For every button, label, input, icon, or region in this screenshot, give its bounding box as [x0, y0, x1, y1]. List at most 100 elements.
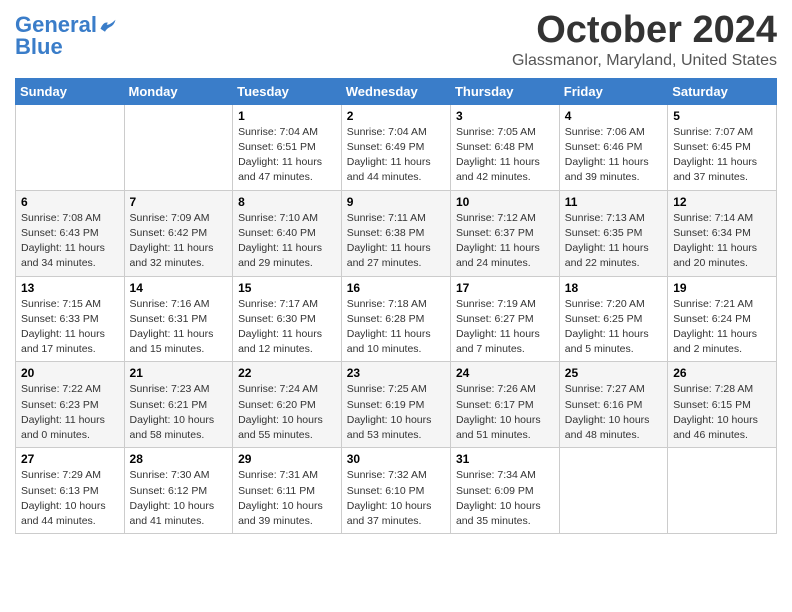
calendar-cell — [124, 104, 233, 190]
day-number: 7 — [130, 195, 228, 209]
day-info: Sunrise: 7:15 AM Sunset: 6:33 PM Dayligh… — [21, 297, 119, 358]
day-info: Sunrise: 7:13 AM Sunset: 6:35 PM Dayligh… — [565, 211, 662, 272]
day-number: 29 — [238, 452, 336, 466]
calendar-cell: 22 Sunrise: 7:24 AM Sunset: 6:20 PM Dayli… — [233, 362, 342, 448]
day-of-week-friday: Friday — [559, 78, 667, 104]
day-info: Sunrise: 7:07 AM Sunset: 6:45 PM Dayligh… — [673, 125, 771, 186]
calendar-cell: 9 Sunrise: 7:11 AM Sunset: 6:38 PM Daylig… — [341, 190, 450, 276]
calendar-cell: 23Sunrise: 7:25 AM Sunset: 6:19 PM Dayli… — [341, 362, 450, 448]
day-number: 20 — [21, 366, 119, 380]
day-info: Sunrise: 7:14 AM Sunset: 6:34 PM Dayligh… — [673, 211, 771, 272]
calendar-cell: 3Sunrise: 7:05 AM Sunset: 6:48 PM Daylig… — [450, 104, 559, 190]
calendar-cell — [559, 448, 667, 534]
day-number: 10 — [456, 195, 554, 209]
calendar-cell: 31 Sunrise: 7:34 AM Sunset: 6:09 PM Dayli… — [450, 448, 559, 534]
day-info: Sunrise: 7:17 AM Sunset: 6:30 PM Dayligh… — [238, 297, 336, 358]
day-info: Sunrise: 7:09 AM Sunset: 6:42 PM Dayligh… — [130, 211, 228, 272]
days-of-week-row: SundayMondayTuesdayWednesdayThursdayFrid… — [16, 78, 777, 104]
day-of-week-wednesday: Wednesday — [341, 78, 450, 104]
logo-bird-icon — [99, 18, 117, 32]
calendar-cell: 2 Sunrise: 7:04 AM Sunset: 6:49 PM Daylig… — [341, 104, 450, 190]
day-info: Sunrise: 7:12 AM Sunset: 6:37 PM Dayligh… — [456, 211, 554, 272]
day-info: Sunrise: 7:16 AM Sunset: 6:31 PM Dayligh… — [130, 297, 228, 358]
day-number: 16 — [347, 281, 445, 295]
day-info: Sunrise: 7:27 AM Sunset: 6:16 PM Dayligh… — [565, 382, 662, 443]
day-info: Sunrise: 7:24 AM Sunset: 6:20 PM Dayligh… — [238, 382, 336, 443]
week-row-2: 13 Sunrise: 7:15 AM Sunset: 6:33 PM Dayli… — [16, 276, 777, 362]
logo-text-general: General — [15, 14, 97, 36]
day-info: Sunrise: 7:04 AM Sunset: 6:49 PM Dayligh… — [347, 125, 445, 186]
calendar-body: 1 Sunrise: 7:04 AM Sunset: 6:51 PM Daylig… — [16, 104, 777, 533]
day-number: 26 — [673, 366, 771, 380]
day-number: 5 — [673, 109, 771, 123]
day-info: Sunrise: 7:30 AM Sunset: 6:12 PM Dayligh… — [130, 468, 228, 529]
calendar-cell: 25Sunrise: 7:27 AM Sunset: 6:16 PM Dayli… — [559, 362, 667, 448]
calendar-cell: 26 Sunrise: 7:28 AM Sunset: 6:15 PM Dayli… — [668, 362, 777, 448]
day-number: 14 — [130, 281, 228, 295]
logo: General Blue — [15, 14, 117, 59]
calendar-cell: 4 Sunrise: 7:06 AM Sunset: 6:46 PM Daylig… — [559, 104, 667, 190]
calendar-cell: 18Sunrise: 7:20 AM Sunset: 6:25 PM Dayli… — [559, 276, 667, 362]
day-info: Sunrise: 7:25 AM Sunset: 6:19 PM Dayligh… — [347, 382, 445, 443]
calendar-cell: 12Sunrise: 7:14 AM Sunset: 6:34 PM Dayli… — [668, 190, 777, 276]
day-info: Sunrise: 7:21 AM Sunset: 6:24 PM Dayligh… — [673, 297, 771, 358]
calendar-cell: 5 Sunrise: 7:07 AM Sunset: 6:45 PM Daylig… — [668, 104, 777, 190]
day-of-week-monday: Monday — [124, 78, 233, 104]
day-number: 9 — [347, 195, 445, 209]
calendar-cell: 13 Sunrise: 7:15 AM Sunset: 6:33 PM Dayli… — [16, 276, 125, 362]
day-of-week-tuesday: Tuesday — [233, 78, 342, 104]
day-info: Sunrise: 7:31 AM Sunset: 6:11 PM Dayligh… — [238, 468, 336, 529]
day-number: 2 — [347, 109, 445, 123]
calendar-title: October 2024 — [512, 10, 777, 52]
calendar-cell: 20 Sunrise: 7:22 AM Sunset: 6:23 PM Dayli… — [16, 362, 125, 448]
day-number: 31 — [456, 452, 554, 466]
day-info: Sunrise: 7:18 AM Sunset: 6:28 PM Dayligh… — [347, 297, 445, 358]
day-info: Sunrise: 7:32 AM Sunset: 6:10 PM Dayligh… — [347, 468, 445, 529]
day-number: 13 — [21, 281, 119, 295]
day-number: 30 — [347, 452, 445, 466]
calendar-cell: 11 Sunrise: 7:13 AM Sunset: 6:35 PM Dayli… — [559, 190, 667, 276]
day-number: 1 — [238, 109, 336, 123]
day-number: 28 — [130, 452, 228, 466]
week-row-1: 6 Sunrise: 7:08 AM Sunset: 6:43 PM Daylig… — [16, 190, 777, 276]
calendar-cell: 24Sunrise: 7:26 AM Sunset: 6:17 PM Dayli… — [450, 362, 559, 448]
day-number: 11 — [565, 195, 662, 209]
day-info: Sunrise: 7:19 AM Sunset: 6:27 PM Dayligh… — [456, 297, 554, 358]
day-of-week-saturday: Saturday — [668, 78, 777, 104]
calendar-cell — [16, 104, 125, 190]
day-number: 3 — [456, 109, 554, 123]
day-of-week-sunday: Sunday — [16, 78, 125, 104]
day-info: Sunrise: 7:11 AM Sunset: 6:38 PM Dayligh… — [347, 211, 445, 272]
week-row-0: 1 Sunrise: 7:04 AM Sunset: 6:51 PM Daylig… — [16, 104, 777, 190]
calendar-cell: 27 Sunrise: 7:29 AM Sunset: 6:13 PM Dayli… — [16, 448, 125, 534]
calendar-cell: 7 Sunrise: 7:09 AM Sunset: 6:42 PM Daylig… — [124, 190, 233, 276]
day-of-week-thursday: Thursday — [450, 78, 559, 104]
day-info: Sunrise: 7:28 AM Sunset: 6:15 PM Dayligh… — [673, 382, 771, 443]
calendar-cell: 16 Sunrise: 7:18 AM Sunset: 6:28 PM Dayli… — [341, 276, 450, 362]
day-info: Sunrise: 7:22 AM Sunset: 6:23 PM Dayligh… — [21, 382, 119, 443]
calendar-cell — [668, 448, 777, 534]
day-info: Sunrise: 7:26 AM Sunset: 6:17 PM Dayligh… — [456, 382, 554, 443]
day-number: 22 — [238, 366, 336, 380]
day-info: Sunrise: 7:34 AM Sunset: 6:09 PM Dayligh… — [456, 468, 554, 529]
calendar-cell: 15 Sunrise: 7:17 AM Sunset: 6:30 PM Dayli… — [233, 276, 342, 362]
day-number: 6 — [21, 195, 119, 209]
day-info: Sunrise: 7:10 AM Sunset: 6:40 PM Dayligh… — [238, 211, 336, 272]
title-block: October 2024 Glassmanor, Maryland, Unite… — [512, 10, 777, 70]
day-number: 15 — [238, 281, 336, 295]
day-info: Sunrise: 7:29 AM Sunset: 6:13 PM Dayligh… — [21, 468, 119, 529]
day-info: Sunrise: 7:04 AM Sunset: 6:51 PM Dayligh… — [238, 125, 336, 186]
calendar-cell: 21Sunrise: 7:23 AM Sunset: 6:21 PM Dayli… — [124, 362, 233, 448]
day-number: 8 — [238, 195, 336, 209]
day-number: 4 — [565, 109, 662, 123]
calendar-cell: 14 Sunrise: 7:16 AM Sunset: 6:31 PM Dayli… — [124, 276, 233, 362]
logo-text-blue: Blue — [15, 34, 63, 59]
week-row-3: 20 Sunrise: 7:22 AM Sunset: 6:23 PM Dayli… — [16, 362, 777, 448]
day-number: 27 — [21, 452, 119, 466]
calendar-cell: 1 Sunrise: 7:04 AM Sunset: 6:51 PM Daylig… — [233, 104, 342, 190]
week-row-4: 27 Sunrise: 7:29 AM Sunset: 6:13 PM Dayli… — [16, 448, 777, 534]
day-info: Sunrise: 7:08 AM Sunset: 6:43 PM Dayligh… — [21, 211, 119, 272]
calendar-cell: 6 Sunrise: 7:08 AM Sunset: 6:43 PM Daylig… — [16, 190, 125, 276]
day-info: Sunrise: 7:06 AM Sunset: 6:46 PM Dayligh… — [565, 125, 662, 186]
day-info: Sunrise: 7:20 AM Sunset: 6:25 PM Dayligh… — [565, 297, 662, 358]
